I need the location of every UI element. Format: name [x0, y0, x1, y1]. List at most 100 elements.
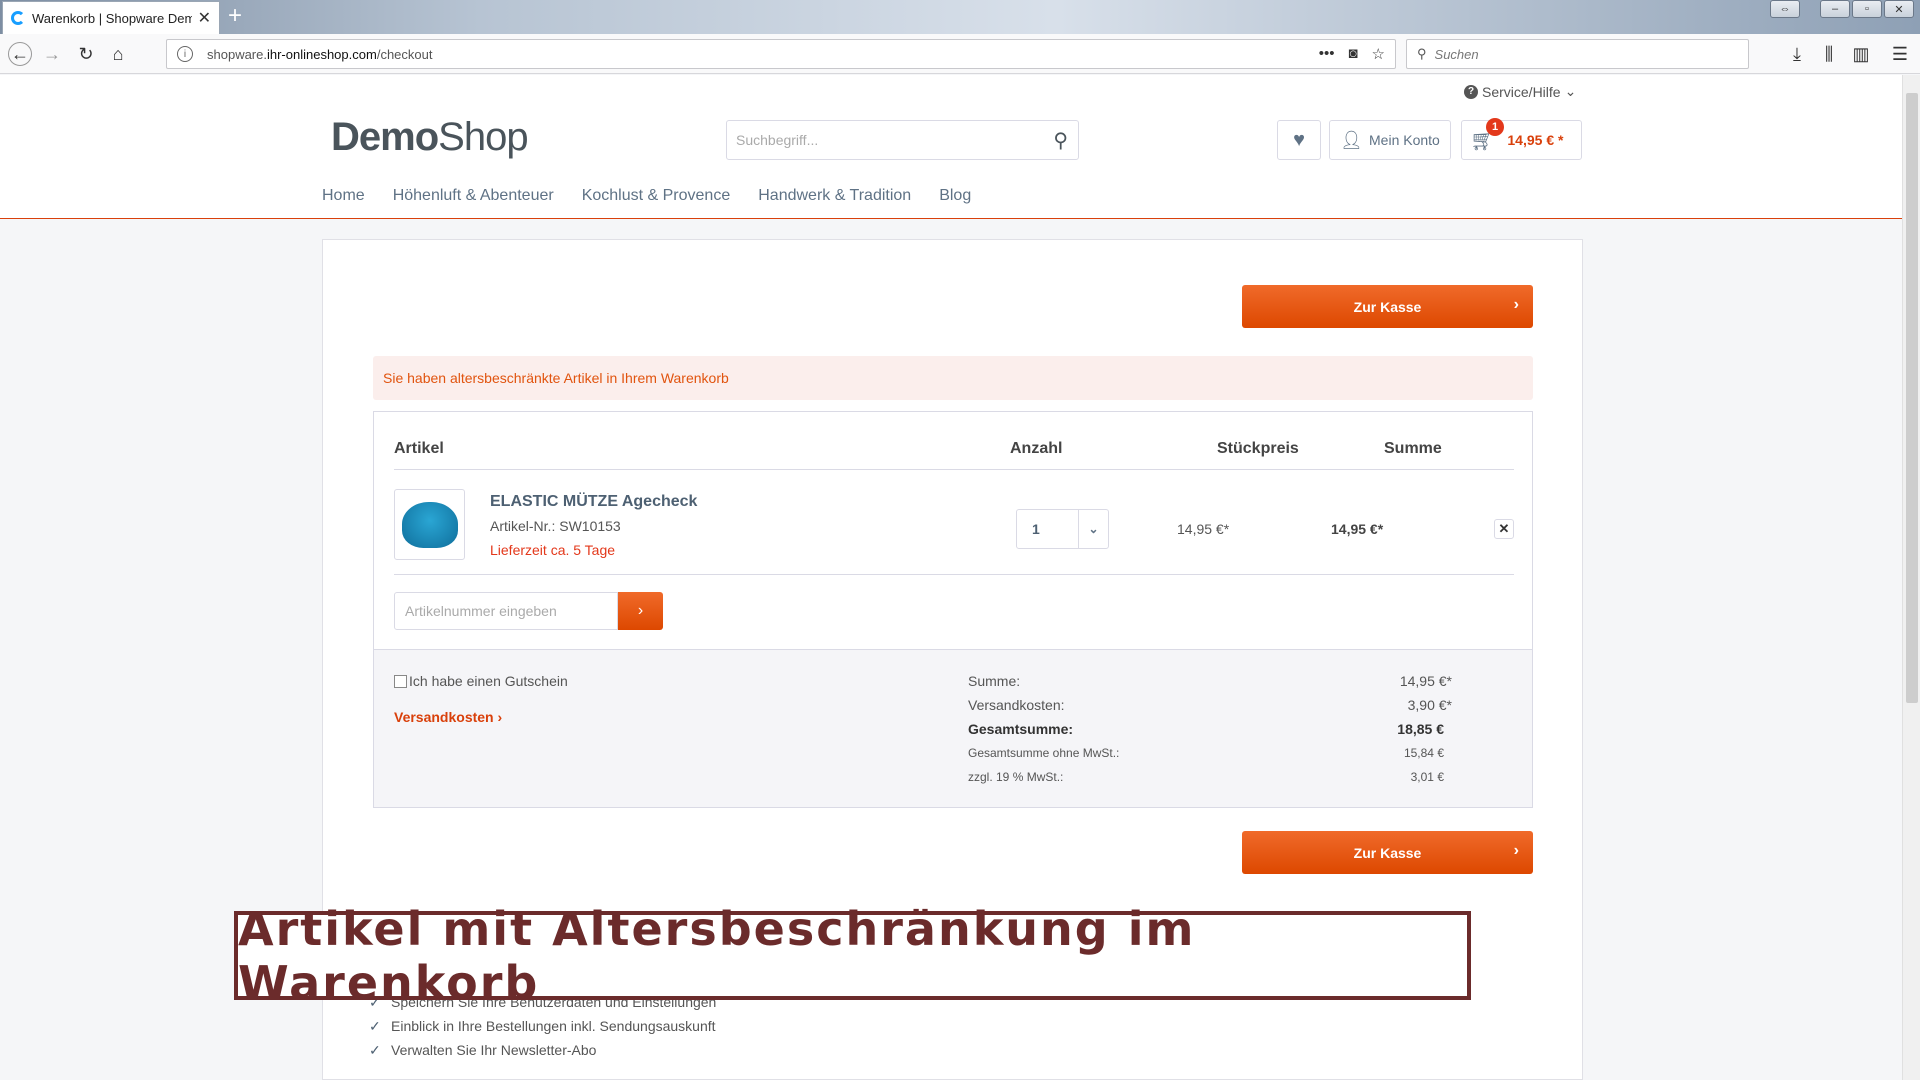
- shipping-value: 3,90 €*: [1407, 697, 1452, 713]
- cart-total: 14,95 € *: [1507, 132, 1564, 148]
- age-restriction-alert: Sie haben altersbeschränkte Artikel in I…: [373, 356, 1533, 400]
- help-icon: ?: [1464, 84, 1478, 99]
- shop-search-input[interactable]: Suchbegriff... ⚲: [726, 120, 1079, 160]
- url-prefix: shopware.: [207, 46, 267, 62]
- user-icon: 👤︎: [1340, 129, 1364, 150]
- service-menu[interactable]: ? Service/Hilfe ⌄: [1464, 83, 1576, 100]
- cart-table-header: Artikel Anzahl Stückpreis Summe: [394, 412, 1514, 470]
- logo-part1: Demo: [331, 115, 439, 159]
- window-restore-control: ⇔: [1770, 0, 1800, 20]
- nav-item-hoehenluft[interactable]: Höhenluft & Abenteuer: [393, 187, 554, 205]
- checkout-button-bottom[interactable]: Zur Kasse ›: [1242, 831, 1533, 874]
- cart-count-badge: 1: [1486, 118, 1504, 136]
- quantity-value: 1: [1032, 521, 1040, 537]
- remove-item-icon[interactable]: ✕: [1494, 519, 1514, 539]
- url-path: /checkout: [376, 46, 433, 62]
- page-scrollbar[interactable]: [1902, 75, 1920, 1080]
- site-info-icon[interactable]: i: [177, 46, 193, 62]
- column-total: Summe: [1384, 440, 1442, 457]
- window-close-icon[interactable]: ✕: [1884, 0, 1914, 18]
- vat-label: zzgl. 19 % MwSt.:: [968, 770, 1064, 784]
- article-number-input[interactable]: Artikelnummer eingeben: [394, 592, 618, 630]
- chevron-down-icon: ⌄: [1564, 83, 1577, 99]
- shop-search-icon[interactable]: ⚲: [1053, 128, 1068, 153]
- search-icon: ⚲: [1417, 46, 1427, 61]
- browser-search-placeholder: Suchen: [1434, 46, 1479, 62]
- column-unit-price: Stückpreis: [1217, 440, 1299, 457]
- item-total: 14,95 €*: [1331, 521, 1384, 537]
- new-tab-icon[interactable]: +: [228, 4, 242, 28]
- cart-button[interactable]: 🛒︎ 1 14,95 € *: [1461, 118, 1582, 160]
- caption-overlay: Artikel mit Altersbeschränkung im Warenk…: [234, 902, 1471, 1010]
- bookmark-star-icon[interactable]: ☆: [1372, 45, 1385, 63]
- cart-summary: Ich habe einen Gutschein Versandkosten ›…: [374, 649, 1532, 807]
- sidebar-icon[interactable]: ▥: [1849, 42, 1873, 66]
- window-controls: – ▫ ✕: [1820, 0, 1914, 20]
- shopware-favicon-icon: [11, 11, 25, 25]
- back-icon[interactable]: ←: [8, 42, 32, 66]
- checkout-button-top[interactable]: Zur Kasse ›: [1242, 285, 1533, 328]
- downloads-icon[interactable]: ⤓: [1785, 42, 1809, 66]
- minimize-icon[interactable]: –: [1820, 0, 1850, 18]
- benefit-text: Verwalten Sie Ihr Newsletter-Abo: [391, 1042, 597, 1058]
- unit-price: 14,95 €*: [1177, 521, 1230, 537]
- url-bar[interactable]: i shopware. ihr-onlineshop.com/checkout •…: [166, 39, 1396, 69]
- account-button[interactable]: 👤︎ Mein Konto: [1329, 120, 1451, 160]
- wishlist-button[interactable]: ♥: [1277, 120, 1321, 160]
- restore-icon[interactable]: ⇔: [1770, 0, 1800, 18]
- menu-icon[interactable]: ☰: [1888, 42, 1912, 66]
- pocket-icon[interactable]: ◙: [1348, 45, 1357, 63]
- product-name[interactable]: ELASTIC MÜTZE Agecheck: [490, 493, 697, 511]
- browser-search-input[interactable]: ⚲ Suchen: [1406, 39, 1749, 69]
- article-number-placeholder: Artikelnummer eingeben: [405, 603, 557, 619]
- chevron-down-icon: ⌄: [1078, 510, 1108, 548]
- net-total-value: 15,84 €: [1403, 746, 1444, 760]
- net-total-label: Gesamtsumme ohne MwSt.:: [968, 746, 1120, 760]
- shipping-label: Versandkosten:: [968, 697, 1065, 713]
- account-label: Mein Konto: [1369, 132, 1440, 148]
- library-icon[interactable]: ⫼: [1817, 42, 1841, 66]
- grand-total-label: Gesamtsumme:: [968, 721, 1074, 737]
- cart-table: Artikel Anzahl Stückpreis Summe ELASTIC …: [373, 411, 1533, 808]
- benefit-text: Einblick in Ihre Bestellungen inkl. Send…: [391, 1018, 716, 1034]
- tab-close-icon[interactable]: ✕: [198, 8, 211, 28]
- check-icon: ✓: [369, 1017, 381, 1034]
- shipping-link-label: Versandkosten: [394, 709, 494, 725]
- browser-tab-bar: Warenkorb | Shopware Demosh ✕ + ⇔ – ▫ ✕: [0, 0, 1920, 34]
- cart-item-row: ELASTIC MÜTZE Agecheck Artikel-Nr.: SW10…: [394, 470, 1514, 575]
- browser-tab[interactable]: Warenkorb | Shopware Demosh ✕: [2, 1, 220, 34]
- hat-image: [401, 501, 458, 548]
- column-quantity: Anzahl: [1010, 440, 1063, 457]
- chevron-right-icon: ›: [1513, 842, 1519, 859]
- nav-item-kochlust[interactable]: Kochlust & Provence: [582, 187, 731, 205]
- nav-item-blog[interactable]: Blog: [939, 187, 971, 205]
- grand-total-value: 18,85 €: [1397, 721, 1444, 737]
- scrollbar-thumb[interactable]: [1906, 93, 1918, 703]
- page-actions-icon[interactable]: •••: [1319, 45, 1335, 63]
- heart-icon: ♥: [1293, 128, 1305, 151]
- shop-logo[interactable]: DemoShop: [331, 115, 529, 160]
- forward-icon[interactable]: →: [40, 42, 64, 66]
- nav-item-handwerk[interactable]: Handwerk & Tradition: [758, 187, 911, 205]
- sum-label: Summe:: [968, 673, 1021, 689]
- product-image[interactable]: [394, 489, 465, 560]
- quantity-select[interactable]: 1 ⌄: [1016, 509, 1109, 549]
- chevron-right-icon: ›: [497, 709, 503, 725]
- reload-icon[interactable]: ↻: [74, 42, 98, 66]
- logo-part2: Shop: [438, 115, 528, 159]
- product-number: Artikel-Nr.: SW10153: [490, 518, 621, 534]
- main-navigation: Home Höhenluft & Abenteuer Kochlust & Pr…: [322, 187, 999, 205]
- voucher-toggle[interactable]: Ich habe einen Gutschein: [394, 673, 568, 689]
- shipping-costs-link[interactable]: Versandkosten ›: [394, 709, 502, 725]
- voucher-checkbox[interactable]: [394, 674, 407, 688]
- home-icon[interactable]: ⌂: [106, 42, 130, 66]
- checkout-button-label: Zur Kasse: [1353, 298, 1422, 315]
- nav-item-home[interactable]: Home: [322, 187, 365, 205]
- tab-title: Warenkorb | Shopware Demosh: [32, 10, 192, 26]
- add-article-button[interactable]: ›: [618, 592, 663, 630]
- service-label: Service/Hilfe: [1482, 83, 1561, 100]
- browser-toolbar: ← → ↻ ⌂ i shopware. ihr-onlineshop.com/ch…: [0, 34, 1920, 74]
- vat-value: 3,01 €: [1410, 770, 1444, 784]
- maximize-icon[interactable]: ▫: [1852, 0, 1882, 18]
- sum-value: 14,95 €*: [1399, 673, 1452, 689]
